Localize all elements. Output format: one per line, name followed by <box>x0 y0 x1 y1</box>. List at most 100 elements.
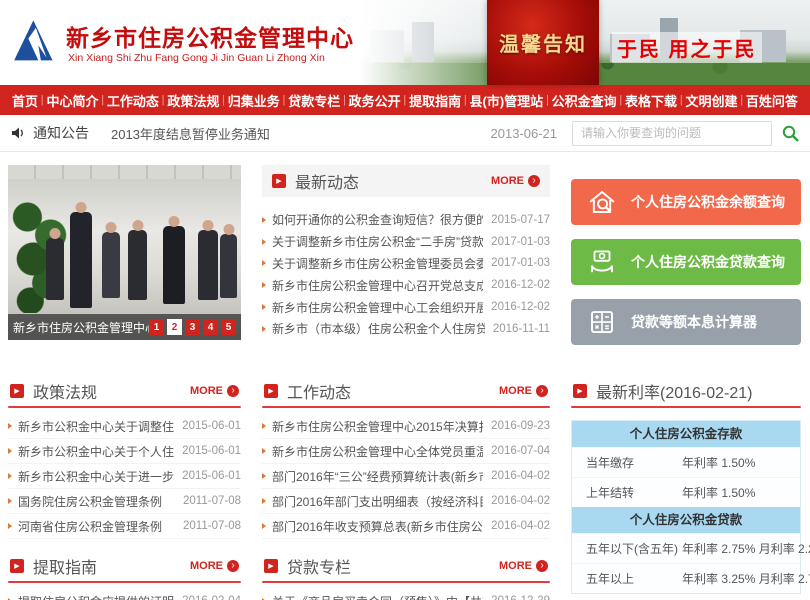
nav-item-withdraw[interactable]: 提取指南 <box>409 91 461 110</box>
search-icon[interactable] <box>781 124 800 143</box>
section-withdraw-guide: 提取指南 MORE 提取住房公积金应提供的证明材料2016-02-04 <box>8 551 241 600</box>
nav-item-fund-query[interactable]: 公积金查询 <box>552 91 617 110</box>
work-news-more-link[interactable]: MORE <box>499 385 548 397</box>
list-item[interactable]: 河南省住房公积金管理条例2011-07-08 <box>8 514 241 539</box>
slider-caption[interactable]: 新乡市住房公积金管理中心工会 <box>13 319 149 336</box>
nav-item-downloads[interactable]: 表格下载 <box>625 91 677 110</box>
list-item[interactable]: 新乡市公积金中心关于进一步放宽贷款2015-06-01 <box>8 464 241 489</box>
nav-item-collection[interactable]: 归集业务 <box>228 91 280 110</box>
slider-page-4[interactable]: 4 <box>203 319 218 335</box>
list-item[interactable]: 新乡市公积金中心关于个人住房贷款政2015-06-01 <box>8 439 241 464</box>
nav-item-loans[interactable]: 贷款专栏 <box>288 91 340 110</box>
nav-item-home[interactable]: 首页 <box>12 91 38 110</box>
bullet-icon <box>262 304 266 310</box>
loan-rates-header: 个人住房公积金贷款 <box>572 507 800 533</box>
search-input[interactable] <box>572 121 772 146</box>
nav-item-qa[interactable]: 百姓问答 <box>746 91 798 110</box>
more-arrow-icon <box>536 560 548 572</box>
list-item[interactable]: 国务院住房公积金管理条例2011-07-08 <box>8 489 241 514</box>
bullet-icon <box>8 523 12 529</box>
bullet-icon <box>262 282 266 288</box>
bullet-icon <box>262 523 266 529</box>
list-item[interactable]: 关于《商品房买卖合同（预售）》中【共有情形】2016-12-29 <box>262 589 550 600</box>
list-item[interactable]: 部门2016年部门支出明细表（按经济科目）(新乡市2016-04-02 <box>262 489 550 514</box>
bullet-icon <box>262 217 266 223</box>
nav-item-county-stations[interactable]: 县(市)管理站 <box>470 91 544 110</box>
list-item[interactable]: 部门2016年“三公”经费预算统计表(新乡市住房公2016-04-02 <box>262 464 550 489</box>
withdraw-guide-more-link[interactable]: MORE <box>190 560 239 572</box>
latest-news-title: 最新动态 <box>295 169 491 193</box>
site-logo-icon <box>10 15 60 69</box>
bullet-icon <box>262 473 266 479</box>
list-item[interactable]: 关于调整新乡市住房公积金“二手房”贷款相关政策2017-01-03 <box>262 231 550 253</box>
section-work-news: 工作动态 MORE 新乡市住房公积金管理中心2015年决算报表公开说2016-0… <box>262 376 550 539</box>
list-item[interactable]: 新乡市公积金中心关于调整住房公积金2015-06-01 <box>8 414 241 439</box>
rates-header: 最新利率(2016-02-21) <box>571 376 801 406</box>
main-content: 新乡市住房公积金管理中心工会 1 2 3 4 5 政策法规 MORE <box>0 152 810 600</box>
bullet-icon <box>262 326 266 332</box>
withdraw-guide-header: 提取指南 MORE <box>8 551 241 581</box>
bullet-icon <box>8 448 12 454</box>
policies-header: 政策法规 MORE <box>8 376 241 406</box>
section-loan-column: 贷款专栏 MORE 关于《商品房买卖合同（预售）》中【共有情形】2016-12-… <box>262 551 550 600</box>
notice-bar: 通知公告 2013年度结息暂停业务通知 2013-06-21 <box>0 115 810 152</box>
loan-column-header: 贷款专栏 MORE <box>262 551 550 581</box>
search-box <box>572 121 800 146</box>
loan-calculator-button[interactable]: 贷款等额本息计算器 <box>571 299 801 345</box>
loan-query-button[interactable]: 个人住房公积金贷款查询 <box>571 239 801 285</box>
bullet-icon <box>262 239 266 245</box>
notice-link[interactable]: 2013年度结息暂停业务通知 <box>111 124 270 143</box>
more-arrow-icon <box>536 385 548 397</box>
quick-buttons: 个人住房公积金余额查询 个人住房公积金贷款查询 <box>571 165 801 345</box>
latest-news-list: 如何开通你的公积金查询短信？很方便的！2015-07-17 关于调整新乡市住房公… <box>262 209 550 340</box>
slider-page-1[interactable]: 1 <box>149 319 164 335</box>
nav-item-civilization[interactable]: 文明创建 <box>685 91 737 110</box>
loan-column-more-link[interactable]: MORE <box>499 560 548 572</box>
rate-row: 上年结转 年利率 1.50% <box>572 477 800 507</box>
list-item[interactable]: 提取住房公积金应提供的证明材料2016-02-04 <box>8 589 241 600</box>
slider-page-3[interactable]: 3 <box>185 319 200 335</box>
slider-page-2-active[interactable]: 2 <box>167 319 182 335</box>
latest-news-more-link[interactable]: MORE <box>491 175 540 187</box>
list-item[interactable]: 新乡市住房公积金管理中心召开党总支成立大会2016-12-02 <box>262 274 550 296</box>
nav-item-gov-open[interactable]: 政务公开 <box>349 91 401 110</box>
work-news-list: 新乡市住房公积金管理中心2015年决算报表公开说2016-09-23 新乡市住房… <box>262 414 550 539</box>
nav-item-about[interactable]: 中心简介 <box>46 91 98 110</box>
list-item[interactable]: 部门2016年收支预算总表(新乡市住房公积金管理中2016-04-02 <box>262 514 550 539</box>
bullet-icon <box>8 473 12 479</box>
list-item[interactable]: 新乡市住房公积金管理中心2015年决算报表公开说2016-09-23 <box>262 414 550 439</box>
section-marker-icon <box>272 174 286 188</box>
slider-page-5[interactable]: 5 <box>221 319 236 335</box>
balance-query-button[interactable]: 个人住房公积金余额查询 <box>571 179 801 225</box>
red-underline <box>262 406 550 408</box>
list-item[interactable]: 如何开通你的公积金查询短信？很方便的！2015-07-17 <box>262 209 550 231</box>
calculator-icon <box>587 307 617 337</box>
section-policies: 政策法规 MORE 新乡市公积金中心关于调整住房公积金2015-06-01 新乡… <box>8 376 241 539</box>
slider-caption-bar: 新乡市住房公积金管理中心工会 1 2 3 4 5 <box>8 314 241 340</box>
policies-more-link[interactable]: MORE <box>190 385 239 397</box>
bullet-icon <box>8 498 12 504</box>
deposit-rates-header: 个人住房公积金存款 <box>572 421 800 447</box>
list-item[interactable]: 关于调整新乡市住房公积金管理委员会委员的通知2017-01-03 <box>262 253 550 275</box>
slogan-marquee: 于民 用之于民 <box>612 32 762 63</box>
rate-row: 五年以上 年利率 3.25% 月利率 2.7083‰ <box>572 563 800 593</box>
list-item[interactable]: 新乡市（市本级）住房公积金个人住房贷款开发企业2016-11-11 <box>262 318 550 340</box>
nav-item-policy[interactable]: 政策法规 <box>167 91 219 110</box>
list-item[interactable]: 新乡市住房公积金管理中心全体党员重温入党誓词2016-07-04 <box>262 439 550 464</box>
policies-list: 新乡市公积金中心关于调整住房公积金2015-06-01 新乡市公积金中心关于个人… <box>8 414 241 539</box>
nav-item-work[interactable]: 工作动态 <box>107 91 159 110</box>
more-arrow-icon <box>227 385 239 397</box>
work-news-title: 工作动态 <box>287 379 499 403</box>
list-item[interactable]: 新乡市住房公积金管理中心工会组织开展第二届职工2016-12-02 <box>262 296 550 318</box>
section-marker-icon <box>10 559 24 573</box>
bullet-icon <box>262 448 266 454</box>
money-hand-icon <box>587 247 617 277</box>
middle-column: 最新动态 MORE 如何开通你的公积金查询短信？很方便的！2015-07-17 … <box>262 165 550 600</box>
rate-row: 当年缴存 年利率 1.50% <box>572 447 800 477</box>
site-title-pinyin: Xin Xiang Shi Zhu Fang Gong Ji Jin Guan … <box>68 52 325 64</box>
section-marker-icon <box>10 384 24 398</box>
photo-slider[interactable]: 新乡市住房公积金管理中心工会 1 2 3 4 5 <box>8 165 241 340</box>
work-news-header: 工作动态 MORE <box>262 376 550 406</box>
warm-notice-banner[interactable]: 温馨告知 <box>487 0 599 85</box>
bullet-icon <box>262 423 266 429</box>
